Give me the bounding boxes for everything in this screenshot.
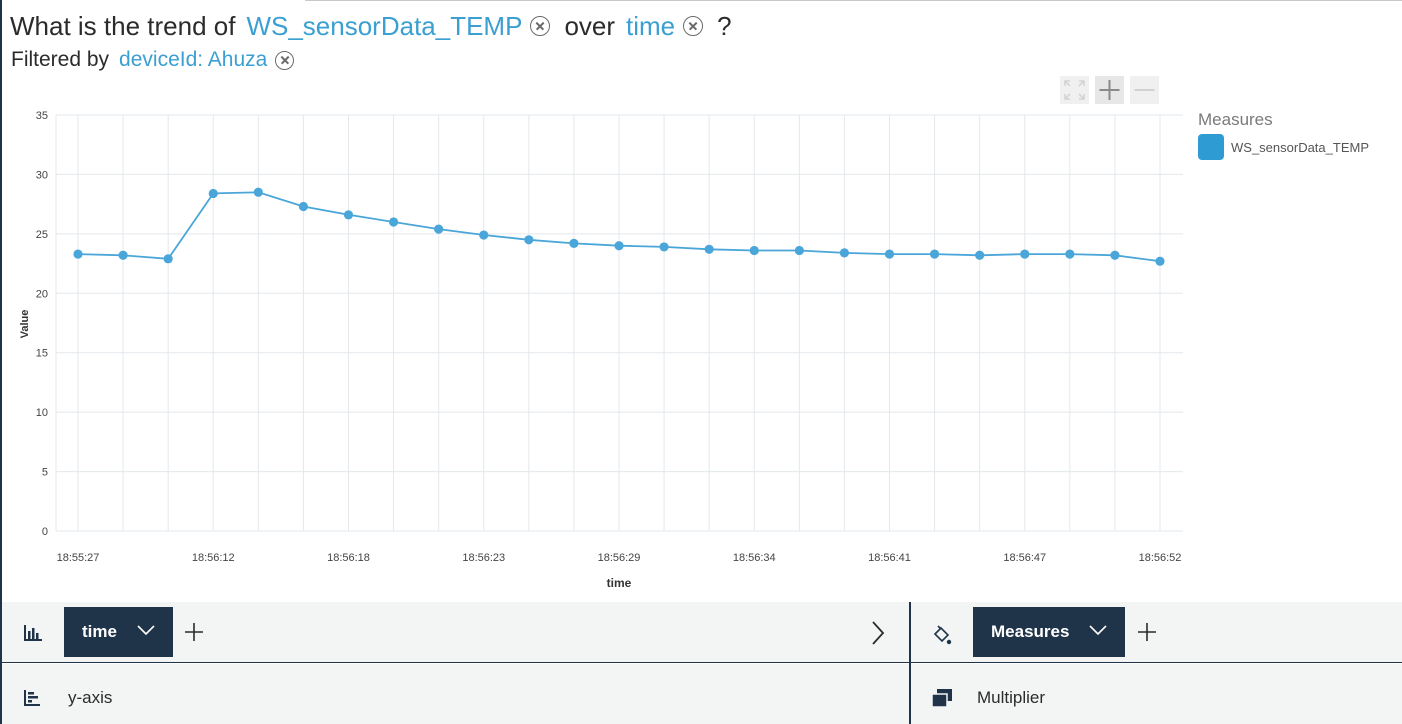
- shelf-divider: [909, 602, 911, 724]
- data-point[interactable]: [479, 230, 489, 240]
- remove-measure-icon[interactable]: [530, 16, 551, 36]
- data-point[interactable]: [73, 249, 83, 259]
- x-tick-label: 18:56:18: [327, 552, 370, 564]
- chevron-down-icon: [1089, 625, 1107, 636]
- data-point[interactable]: [253, 187, 263, 197]
- data-point[interactable]: [1155, 256, 1165, 266]
- add-color-field-icon[interactable]: [1138, 623, 1156, 641]
- x-tick-label: 18:56:47: [1003, 552, 1046, 564]
- x-tick-label: 18:56:34: [733, 552, 776, 564]
- data-point[interactable]: [704, 244, 714, 254]
- data-point[interactable]: [569, 238, 579, 248]
- remove-filter-icon[interactable]: [275, 50, 295, 70]
- data-point[interactable]: [163, 254, 173, 264]
- data-point[interactable]: [1110, 250, 1120, 260]
- x-tick-label: 18:56:29: [598, 552, 641, 564]
- data-point[interactable]: [388, 217, 399, 227]
- filter-label: Filtered by: [11, 48, 110, 71]
- data-point[interactable]: [524, 235, 534, 245]
- data-point[interactable]: [794, 245, 804, 256]
- question-over: over: [564, 10, 616, 41]
- legend-swatch: [1198, 134, 1224, 160]
- y-tick-label: 30: [36, 169, 48, 181]
- x-tick-label: 18:56:41: [868, 552, 911, 564]
- x-tick-label: 18:56:12: [192, 552, 235, 564]
- chevron-right-icon[interactable]: [871, 621, 885, 645]
- encoding-shelf-top: [2, 602, 1402, 663]
- color-pill[interactable]: Measures: [973, 607, 1125, 657]
- data-point[interactable]: [1020, 249, 1030, 259]
- y-tick-label: 10: [36, 407, 48, 419]
- remove-dimension-icon[interactable]: [683, 16, 704, 36]
- data-point[interactable]: [118, 250, 128, 260]
- question-suffix: ?: [717, 10, 732, 41]
- legend-title: Measures: [1198, 110, 1273, 129]
- color-pill-label: Measures: [991, 622, 1070, 641]
- question-title: What is the trend of WS_sensorData_TEMP …: [10, 8, 732, 44]
- data-point[interactable]: [839, 248, 850, 258]
- dimension-token[interactable]: time: [626, 11, 675, 42]
- measure-token[interactable]: WS_sensorData_TEMP: [246, 11, 522, 42]
- top-rule: [305, 0, 1402, 1]
- paint-bucket-icon[interactable]: [932, 625, 952, 645]
- y-tick-label: 15: [36, 348, 48, 360]
- y-tick-label: 20: [36, 288, 48, 300]
- x-tick-label: 18:56:23: [462, 552, 505, 564]
- legend-item-label: WS_sensorData_TEMP: [1231, 139, 1369, 155]
- axes: 0 5 10 15 20 25 30 35 18:55:27 18:56:12 18:56:18 18…: [36, 110, 1182, 564]
- filter-token[interactable]: deviceId: Ahuza: [119, 48, 267, 72]
- line-chart: 0 5 10 15 20 25 30 35 18:55:27 18:56:12 18:56:18 18…: [19, 110, 1183, 590]
- y-axis-title: Value: [19, 310, 31, 339]
- data-point[interactable]: [208, 188, 218, 199]
- encoding-shelf-bottom: [2, 664, 1402, 724]
- y-axis-icon[interactable]: [24, 690, 40, 706]
- x-tick-label: 18:55:27: [57, 552, 100, 564]
- filter-row: Filtered by deviceId: Ahuza: [11, 46, 295, 74]
- data-point[interactable]: [884, 249, 895, 259]
- question-prefix: What is the trend of: [10, 10, 236, 41]
- y-axis-shelf-label[interactable]: y-axis: [68, 688, 112, 708]
- data-point[interactable]: [614, 241, 624, 251]
- bar-chart-icon[interactable]: [24, 625, 42, 641]
- data-point[interactable]: [343, 210, 354, 220]
- y-tick-label: 25: [36, 229, 48, 241]
- data-point[interactable]: [749, 245, 759, 256]
- legend-item[interactable]: WS_sensorData_TEMP: [1198, 134, 1369, 160]
- data-point[interactable]: [929, 249, 940, 259]
- stacked-windows-icon[interactable]: [932, 689, 952, 707]
- multiplier-shelf-label[interactable]: Multiplier: [977, 688, 1045, 708]
- data-point[interactable]: [1065, 249, 1075, 259]
- x-axis-pill-label: time: [82, 622, 117, 641]
- y-tick-label: 0: [42, 526, 48, 538]
- data-point[interactable]: [659, 242, 669, 252]
- x-tick-label: 18:56:52: [1139, 552, 1182, 564]
- legend: Measures WS_sensorData_TEMP: [1198, 110, 1369, 160]
- chevron-down-icon: [137, 625, 155, 636]
- y-tick-label: 5: [42, 467, 48, 479]
- x-axis-title: time: [607, 576, 632, 590]
- x-axis-pill[interactable]: time: [64, 607, 173, 657]
- data-point[interactable]: [434, 224, 444, 234]
- grid: [55, 114, 1183, 532]
- add-x-field-icon[interactable]: [185, 623, 203, 641]
- y-tick-label: 35: [36, 110, 48, 122]
- data-point[interactable]: [298, 201, 309, 212]
- data-point[interactable]: [975, 250, 985, 260]
